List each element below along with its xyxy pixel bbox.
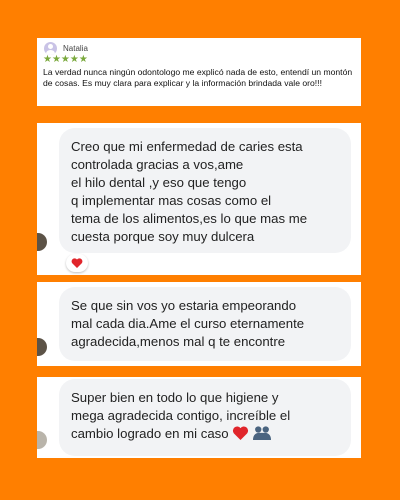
star-rating: ★★★★★ [43, 54, 88, 65]
chat-screenshot-1: Creo que mi enfermedad de caries esta co… [37, 123, 361, 275]
review-text: La verdad nunca ningún odontologo me exp… [43, 67, 353, 88]
message-bubble: Creo que mi enfermedad de caries esta co… [59, 128, 351, 253]
heart-icon [71, 258, 83, 268]
avatar [37, 431, 47, 449]
message-bubble: Se que sin vos yo estaria empeorando mal… [59, 287, 351, 361]
review-card: Natalia ★★★★★ La verdad nunca ningún odo… [37, 38, 361, 106]
heart-emoji-icon [232, 426, 248, 440]
avatar [37, 233, 47, 251]
message-bubble: Super bien en todo lo que higiene y mega… [59, 379, 351, 456]
avatar [37, 338, 47, 356]
heart-reaction[interactable] [66, 254, 88, 272]
people-hugging-icon [252, 426, 271, 440]
chat-screenshot-3: Super bien en todo lo que higiene y mega… [37, 377, 361, 458]
chat-screenshot-2: Se que sin vos yo estaria empeorando mal… [37, 282, 361, 366]
reviewer-name: Natalia [63, 44, 88, 53]
